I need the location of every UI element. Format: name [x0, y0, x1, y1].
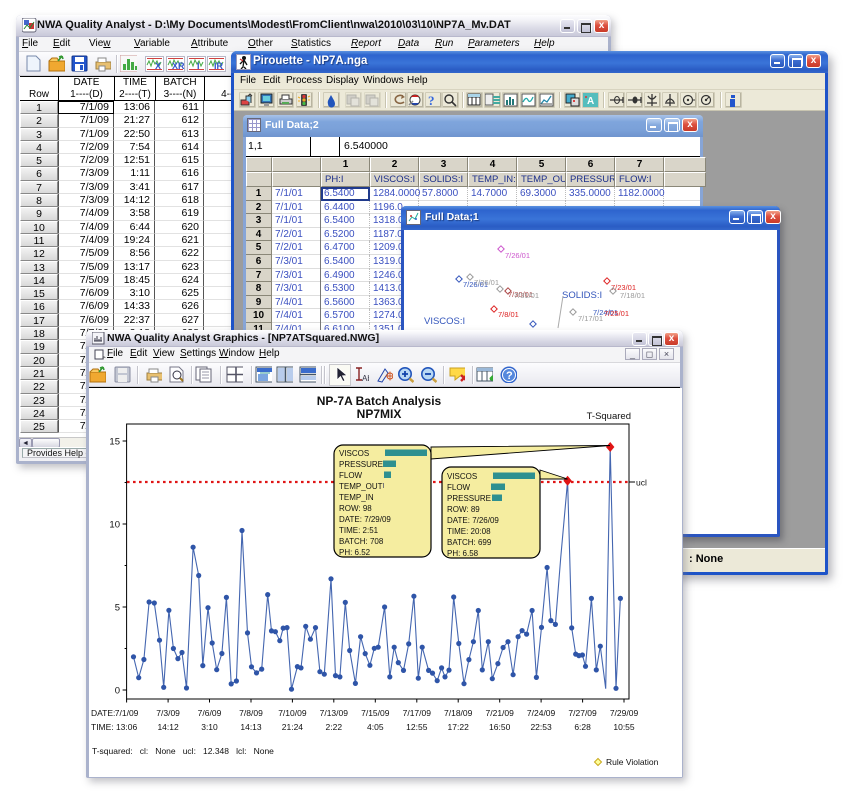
svg-text:7/8/01: 7/8/01: [498, 310, 519, 319]
svg-text:14:13: 14:13: [240, 722, 262, 732]
svg-text:7/25/01: 7/25/01: [604, 309, 629, 318]
svg-text:ROW: 98: ROW: 98: [339, 504, 372, 513]
svg-text:FLOW: FLOW: [339, 471, 363, 480]
svg-text:7/26/01: 7/26/01: [505, 251, 530, 260]
svg-text:7/18/09: 7/18/09: [444, 708, 473, 718]
svg-text:7/27/09: 7/27/09: [568, 708, 597, 718]
svg-text:12:55: 12:55: [406, 722, 428, 732]
svg-text:PRESSURE: PRESSURE: [339, 460, 383, 469]
svg-text:?: ?: [506, 370, 513, 382]
svg-text:FLOW: FLOW: [447, 483, 471, 492]
svg-text:14:12: 14:12: [157, 722, 179, 732]
svg-text:7/18/01: 7/18/01: [620, 291, 645, 300]
svg-text:TIME:: TIME:: [91, 722, 114, 732]
svg-text:VISCOS: VISCOS: [447, 472, 477, 481]
svg-text:DATE: 7/26/09: DATE: 7/26/09: [447, 516, 499, 525]
svg-text:DATE:: DATE:: [91, 708, 115, 718]
svg-text:3:10: 3:10: [201, 722, 218, 732]
svg-text:NP7MIX: NP7MIX: [357, 407, 402, 421]
svg-text:7/3/09: 7/3/09: [156, 708, 180, 718]
svg-text:T-squared: cl: None ucl:: T-squared: cl: None ucl: 12.348 lcl: Non…: [92, 746, 274, 756]
svg-text:2:22: 2:22: [326, 722, 343, 732]
svg-text:17:22: 17:22: [448, 722, 470, 732]
svg-text:4:05: 4:05: [367, 722, 384, 732]
svg-text:TEMP_OUT: TEMP_OUT: [339, 482, 383, 491]
svg-text:T-Squared: T-Squared: [587, 411, 631, 422]
svg-text:NP-7A Batch Analysis: NP-7A Batch Analysis: [317, 394, 442, 408]
svg-text:Abc: Abc: [362, 374, 369, 383]
svg-text:10: 10: [109, 520, 120, 531]
svg-text:7/1/09: 7/1/09: [115, 708, 139, 718]
svg-text:15: 15: [109, 437, 120, 448]
svg-text:TIME: 2:51: TIME: 2:51: [339, 526, 379, 535]
svg-text:7/13/09: 7/13/09: [320, 708, 349, 718]
svg-text:7/17/09: 7/17/09: [403, 708, 432, 718]
svg-text:7/26/01: 7/26/01: [474, 278, 499, 287]
svg-text:0: 0: [115, 686, 120, 697]
svg-text:SOLIDS:I: SOLIDS:I: [562, 290, 602, 301]
svg-text:DATE: 7/29/09: DATE: 7/29/09: [339, 515, 391, 524]
svg-text:VISCOS: VISCOS: [339, 449, 369, 458]
svg-text:7/8/09: 7/8/09: [239, 708, 263, 718]
svg-text:?: ?: [428, 93, 435, 108]
svg-text:PH: 6.52: PH: 6.52: [339, 548, 371, 557]
svg-text:7/24/09: 7/24/09: [527, 708, 556, 718]
svg-text:16:50: 16:50: [489, 722, 511, 732]
svg-text:TEMP_IN: TEMP_IN: [339, 493, 374, 502]
svg-text:A: A: [587, 96, 594, 107]
svg-text:7/21/09: 7/21/09: [486, 708, 515, 718]
svg-text:ucl: ucl: [636, 478, 647, 488]
svg-text:13:06: 13:06: [116, 722, 138, 732]
svg-text:ROW: 89: ROW: 89: [447, 505, 480, 514]
svg-text:VISCOS:I: VISCOS:I: [424, 316, 465, 327]
svg-text:5: 5: [115, 603, 120, 614]
svg-text:7/6/09: 7/6/09: [198, 708, 222, 718]
svg-text:7/29/09: 7/29/09: [610, 708, 639, 718]
svg-text:7/31/01: 7/31/01: [514, 291, 539, 300]
svg-text:22:53: 22:53: [530, 722, 552, 732]
svg-text:7/15/09: 7/15/09: [361, 708, 390, 718]
svg-text:21:24: 21:24: [282, 722, 304, 732]
svg-text:6:28: 6:28: [574, 722, 591, 732]
svg-text:BATCH: 699: BATCH: 699: [447, 538, 492, 547]
svg-text:BATCH: 708: BATCH: 708: [339, 537, 384, 546]
svg-text:10:55: 10:55: [613, 722, 635, 732]
svg-text:PH: 6.58: PH: 6.58: [447, 549, 479, 558]
svg-text:7/10/09: 7/10/09: [278, 708, 307, 718]
svg-text:TIME: 20:08: TIME: 20:08: [447, 527, 491, 536]
svg-text:PRESSURE: PRESSURE: [447, 494, 491, 503]
svg-text:Rule Violation: Rule Violation: [606, 757, 659, 767]
